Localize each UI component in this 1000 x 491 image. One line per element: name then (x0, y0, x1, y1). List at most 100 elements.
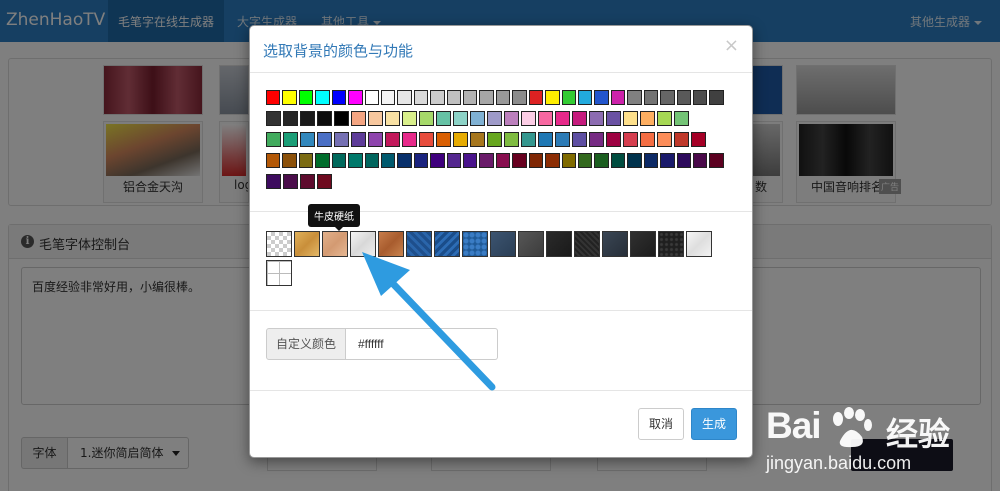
texture-swatch-dark-5[interactable] (658, 231, 684, 257)
color-swatch[interactable] (606, 111, 621, 126)
color-swatch[interactable] (643, 90, 659, 105)
color-swatch[interactable] (521, 132, 536, 147)
color-swatch[interactable] (691, 132, 706, 147)
color-swatch[interactable] (282, 90, 297, 105)
color-swatch[interactable] (348, 153, 363, 168)
color-swatch[interactable] (351, 111, 366, 126)
texture-swatch-dark-1[interactable] (546, 231, 572, 257)
color-swatch[interactable] (334, 111, 349, 126)
texture-swatch-blue-pattern-2[interactable] (434, 231, 460, 257)
color-swatch[interactable] (364, 153, 379, 168)
color-swatch[interactable] (594, 153, 609, 168)
color-swatch[interactable] (504, 111, 519, 126)
color-swatch[interactable] (521, 111, 536, 126)
color-swatch[interactable] (266, 90, 281, 105)
color-swatch[interactable] (572, 111, 587, 126)
texture-swatch-dark-4[interactable] (630, 231, 656, 257)
color-swatch[interactable] (266, 111, 281, 126)
color-swatch[interactable] (545, 90, 560, 105)
color-swatch[interactable] (528, 90, 544, 105)
texture-swatch-dark-3[interactable] (602, 231, 628, 257)
color-swatch[interactable] (528, 153, 544, 168)
color-swatch[interactable] (512, 153, 527, 168)
color-swatch[interactable] (676, 153, 691, 168)
color-swatch[interactable] (317, 174, 332, 189)
color-swatch[interactable] (589, 132, 604, 147)
custom-color-input[interactable] (346, 328, 498, 360)
color-swatch[interactable] (709, 90, 724, 105)
color-swatch[interactable] (692, 90, 708, 105)
color-swatch[interactable] (640, 111, 655, 126)
color-swatch[interactable] (512, 90, 527, 105)
color-swatch[interactable] (266, 132, 281, 147)
color-swatch[interactable] (317, 111, 332, 126)
color-swatch[interactable] (676, 90, 691, 105)
generate-button[interactable]: 生成 (691, 408, 737, 440)
color-swatch[interactable] (282, 153, 297, 168)
color-swatch[interactable] (578, 153, 593, 168)
color-swatch[interactable] (589, 111, 604, 126)
color-swatch[interactable] (385, 132, 400, 147)
color-swatch[interactable] (495, 153, 511, 168)
color-swatch[interactable] (315, 153, 330, 168)
color-swatch[interactable] (300, 174, 315, 189)
color-swatch[interactable] (402, 111, 417, 126)
color-swatch[interactable] (470, 132, 485, 147)
texture-swatch-blue-pattern-3[interactable] (462, 231, 488, 257)
texture-swatch-dark-2[interactable] (574, 231, 600, 257)
color-swatch[interactable] (538, 111, 553, 126)
color-swatch[interactable] (660, 90, 675, 105)
color-swatch[interactable] (368, 132, 383, 147)
color-swatch[interactable] (351, 132, 366, 147)
color-swatch[interactable] (453, 132, 468, 147)
color-swatch[interactable] (446, 153, 462, 168)
color-swatch[interactable] (487, 111, 502, 126)
texture-swatch-white-marble[interactable] (686, 231, 712, 257)
color-swatch[interactable] (555, 132, 570, 147)
color-swatch[interactable] (331, 90, 347, 105)
color-swatch[interactable] (334, 132, 349, 147)
texture-swatch-kraft-paper[interactable] (322, 231, 348, 257)
close-icon[interactable]: × (724, 37, 739, 55)
color-swatch[interactable] (436, 111, 451, 126)
color-swatch[interactable] (348, 90, 363, 105)
color-swatch[interactable] (380, 153, 396, 168)
color-swatch[interactable] (657, 132, 672, 147)
color-swatch[interactable] (594, 90, 609, 105)
color-swatch[interactable] (413, 153, 429, 168)
color-swatch[interactable] (283, 132, 298, 147)
color-swatch[interactable] (300, 132, 315, 147)
color-swatch[interactable] (692, 153, 708, 168)
texture-swatch-brown-leather[interactable] (378, 231, 404, 257)
color-swatch[interactable] (623, 111, 638, 126)
color-swatch[interactable] (419, 111, 434, 126)
color-swatch[interactable] (610, 90, 626, 105)
color-swatch[interactable] (463, 153, 478, 168)
color-swatch[interactable] (610, 153, 626, 168)
texture-swatch-slate-1[interactable] (490, 231, 516, 257)
color-swatch[interactable] (368, 111, 383, 126)
color-swatch[interactable] (470, 111, 485, 126)
color-swatch[interactable] (627, 153, 642, 168)
color-swatch[interactable] (283, 174, 298, 189)
color-swatch[interactable] (538, 132, 553, 147)
color-swatch[interactable] (331, 153, 347, 168)
color-swatch[interactable] (578, 90, 593, 105)
cancel-button[interactable]: 取消 (638, 408, 684, 440)
color-swatch[interactable] (561, 90, 577, 105)
color-swatch[interactable] (643, 153, 659, 168)
color-swatch[interactable] (266, 174, 281, 189)
color-swatch[interactable] (660, 153, 675, 168)
color-swatch[interactable] (504, 132, 519, 147)
texture-swatch-wood-light[interactable] (294, 231, 320, 257)
color-swatch[interactable] (640, 132, 655, 147)
color-swatch[interactable] (266, 153, 281, 168)
color-swatch[interactable] (317, 132, 332, 147)
color-swatch[interactable] (430, 153, 445, 168)
texture-swatch-grid[interactable] (266, 260, 292, 286)
color-swatch[interactable] (298, 90, 314, 105)
color-swatch[interactable] (674, 111, 689, 126)
color-swatch[interactable] (709, 153, 724, 168)
texture-swatch-transparent[interactable] (266, 231, 292, 257)
color-swatch[interactable] (572, 132, 587, 147)
